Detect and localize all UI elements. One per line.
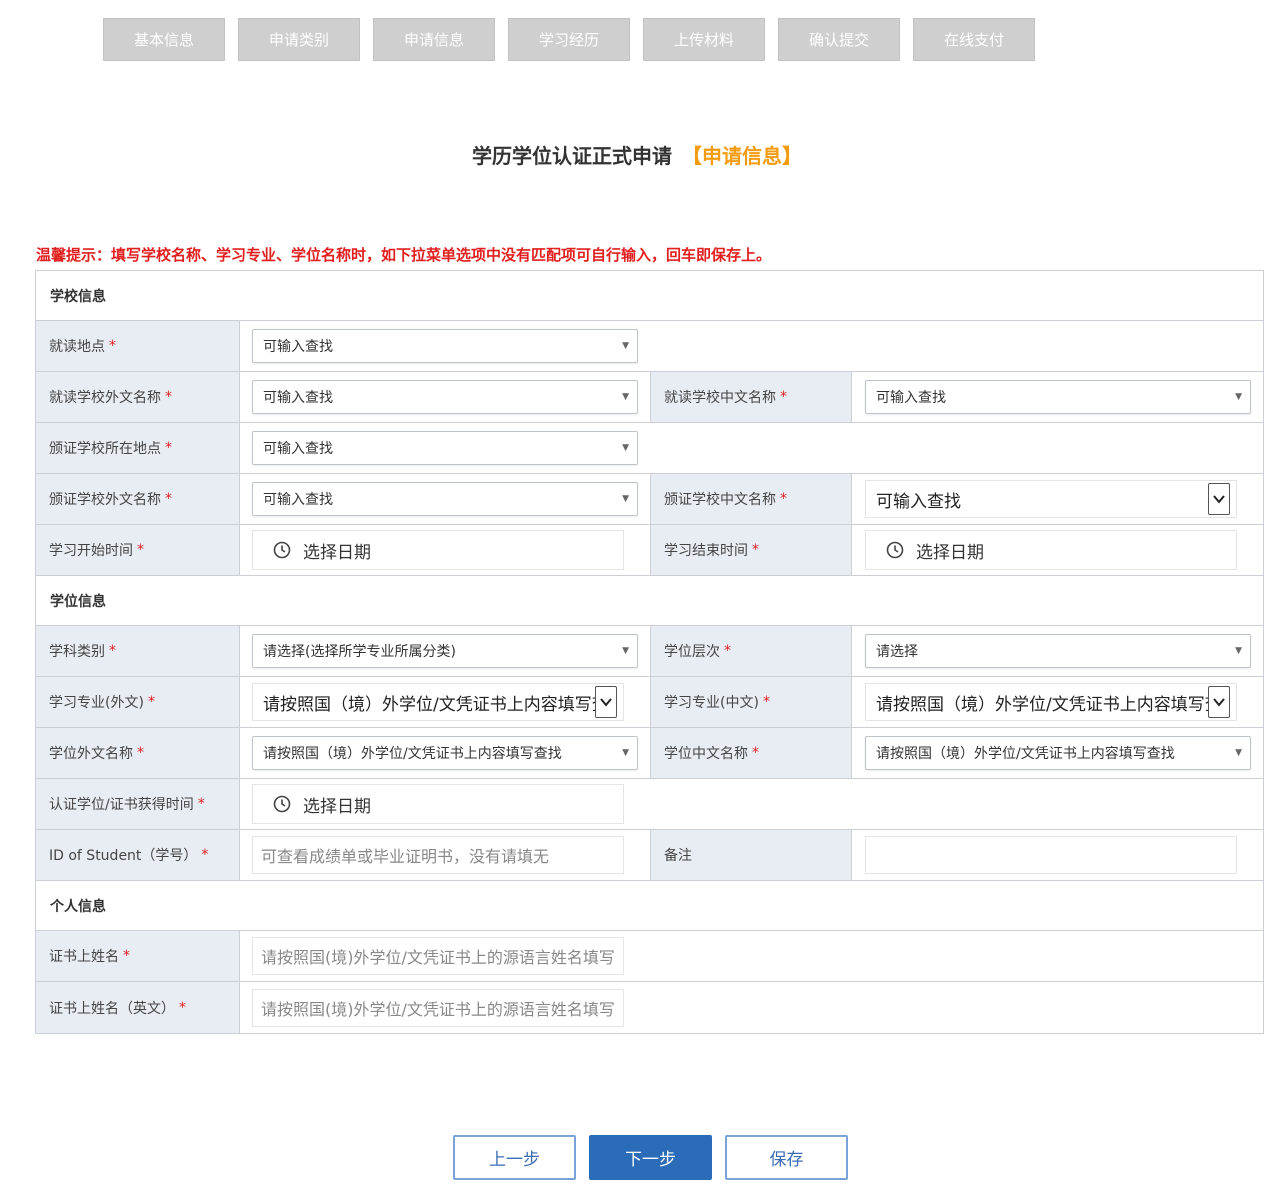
remark-input[interactable] [865, 836, 1237, 874]
school-foreign-label: 就读学校外文名称 * [36, 372, 240, 422]
school-foreign-select[interactable]: 可输入查找 ▼ [252, 380, 638, 414]
page-title-accent: 【申请信息】 [682, 144, 802, 168]
clock-icon [273, 541, 291, 559]
form-row: 颁证学校所在地点 * 可输入查找 ▼ [36, 423, 1263, 474]
chevron-down-icon[interactable] [1208, 483, 1230, 515]
form-row: 学习专业(外文) * 请按照国（境）外学位/文凭证书上内容填写查找 学习专业(中文… [36, 677, 1263, 728]
subject-type-select[interactable]: 请选择(选择所学专业所属分类) ▼ [252, 634, 638, 668]
cert-name-input[interactable]: 请按照国(境)外学位/文凭证书上的源语言姓名填写 [252, 937, 624, 975]
school-chinese-label: 就读学校中文名称 * [650, 372, 852, 422]
degree-level-label: 学位层次 * [650, 626, 852, 676]
form-row: 就读地点 * 可输入查找 ▼ [36, 321, 1263, 372]
major-chinese-select[interactable]: 请按照国（境）外学位/文凭证书上内容填写查找 [865, 683, 1237, 721]
school-chinese-select[interactable]: 可输入查找 ▼ [865, 380, 1251, 414]
start-time-label: 学习开始时间 * [36, 525, 240, 575]
degree-chinese-select[interactable]: 请按照国（境）外学位/文凭证书上内容填写查找 ▼ [865, 736, 1251, 770]
end-time-picker[interactable]: 选择日期 [865, 530, 1237, 570]
form-row: 证书上姓名 * 请按照国(境)外学位/文凭证书上的源语言姓名填写 [36, 931, 1263, 982]
caret-down-icon: ▼ [622, 646, 629, 656]
issuer-foreign-label: 颁证学校外文名称 * [36, 474, 240, 524]
major-chinese-label: 学习专业(中文) * [650, 677, 852, 727]
clock-icon [273, 795, 291, 813]
major-foreign-label: 学习专业(外文) * [36, 677, 240, 727]
cert-name-label: 证书上姓名 * [36, 931, 240, 981]
page-title: 学历学位认证正式申请 【申请信息】 [0, 140, 1274, 169]
cert-name-en-input[interactable]: 请按照国(境)外学位/文凭证书上的源语言姓名填写 [252, 988, 624, 1027]
caret-down-icon: ▼ [622, 341, 629, 351]
step-basic-info[interactable]: 基本信息 [103, 18, 225, 61]
clock-icon [886, 541, 904, 559]
form-row: 学习开始时间 * 选择日期 学习结束时间 * 选择日期 [36, 525, 1263, 576]
caret-down-icon: ▼ [622, 494, 629, 504]
caret-down-icon: ▼ [1235, 392, 1242, 402]
step-confirm[interactable]: 确认提交 [778, 18, 900, 61]
issuer-location-select[interactable]: 可输入查找 ▼ [252, 431, 638, 465]
issuer-location-label: 颁证学校所在地点 * [36, 423, 240, 473]
chevron-down-icon[interactable] [1208, 686, 1230, 718]
page-title-main: 学历学位认证正式申请 [472, 144, 672, 168]
degree-foreign-select[interactable]: 请按照国（境）外学位/文凭证书上内容填写查找 ▼ [252, 736, 638, 770]
subject-type-label: 学科类别 * [36, 626, 240, 676]
section-school-info: 学校信息 [36, 271, 1263, 321]
step-application-type[interactable]: 申请类别 [238, 18, 360, 61]
major-foreign-select[interactable]: 请按照国（境）外学位/文凭证书上内容填写查找 [252, 683, 624, 721]
issuer-chinese-select[interactable]: 可输入查找 [865, 480, 1237, 518]
degree-chinese-label: 学位中文名称 * [650, 728, 852, 778]
next-button[interactable]: 下一步 [589, 1135, 712, 1180]
degree-foreign-label: 学位外文名称 * [36, 728, 240, 778]
step-upload[interactable]: 上传材料 [643, 18, 765, 61]
form-row: 学科类别 * 请选择(选择所学专业所属分类) ▼ 学位层次 * 请选择 ▼ [36, 626, 1263, 677]
cert-name-en-label: 证书上姓名（英文） * [36, 982, 240, 1033]
caret-down-icon: ▼ [1235, 748, 1242, 758]
chevron-down-icon[interactable] [595, 686, 617, 718]
cert-time-label: 认证学位/证书获得时间 * [36, 779, 240, 829]
issuer-foreign-select[interactable]: 可输入查找 ▼ [252, 482, 638, 516]
step-application-info[interactable]: 申请信息 [373, 18, 495, 61]
action-buttons: 上一步 下一步 保存 [453, 1135, 861, 1180]
caret-down-icon: ▼ [622, 392, 629, 402]
issuer-chinese-label: 颁证学校中文名称 * [650, 474, 852, 524]
cert-time-picker[interactable]: 选择日期 [252, 784, 624, 824]
caret-down-icon: ▼ [1235, 646, 1242, 656]
student-id-label: ID of Student（学号） * [36, 830, 240, 880]
step-study-history[interactable]: 学习经历 [508, 18, 630, 61]
start-time-picker[interactable]: 选择日期 [252, 530, 624, 570]
step-payment[interactable]: 在线支付 [913, 18, 1035, 61]
form-row: 就读学校外文名称 * 可输入查找 ▼ 就读学校中文名称 * 可输入查找 ▼ [36, 372, 1263, 423]
form-row: 证书上姓名（英文） * 请按照国(境)外学位/文凭证书上的源语言姓名填写 [36, 982, 1263, 1033]
warm-tip: 温馨提示：填写学校名称、学习专业、学位名称时，如下拉菜单选项中没有匹配项可自行输… [36, 246, 772, 264]
section-personal-info: 个人信息 [36, 881, 1263, 931]
form-row: ID of Student（学号） * 可查看成绩单或毕业证明书，没有请填无 备注 [36, 830, 1263, 881]
section-degree-info: 学位信息 [36, 576, 1263, 626]
caret-down-icon: ▼ [622, 443, 629, 453]
form-row: 颁证学校外文名称 * 可输入查找 ▼ 颁证学校中文名称 * 可输入查找 [36, 474, 1263, 525]
form-row: 学位外文名称 * 请按照国（境）外学位/文凭证书上内容填写查找 ▼ 学位中文名称 * … [36, 728, 1263, 779]
study-location-label: 就读地点 * [36, 321, 240, 371]
end-time-label: 学习结束时间 * [650, 525, 852, 575]
save-button[interactable]: 保存 [725, 1135, 848, 1180]
study-location-select[interactable]: 可输入查找 ▼ [252, 329, 638, 363]
form-row: 认证学位/证书获得时间 * 选择日期 [36, 779, 1263, 830]
step-nav: 基本信息 申请类别 申请信息 学习经历 上传材料 确认提交 在线支付 [103, 18, 1048, 61]
application-form: 学校信息 就读地点 * 可输入查找 ▼ 就读学校外文名称 * 可输入查找 ▼ 就读学校中… [35, 270, 1264, 1034]
remark-label: 备注 [650, 830, 852, 880]
student-id-input[interactable]: 可查看成绩单或毕业证明书，没有请填无 [252, 836, 624, 874]
prev-button[interactable]: 上一步 [453, 1135, 576, 1180]
degree-level-select[interactable]: 请选择 ▼ [865, 634, 1251, 668]
caret-down-icon: ▼ [622, 748, 629, 758]
